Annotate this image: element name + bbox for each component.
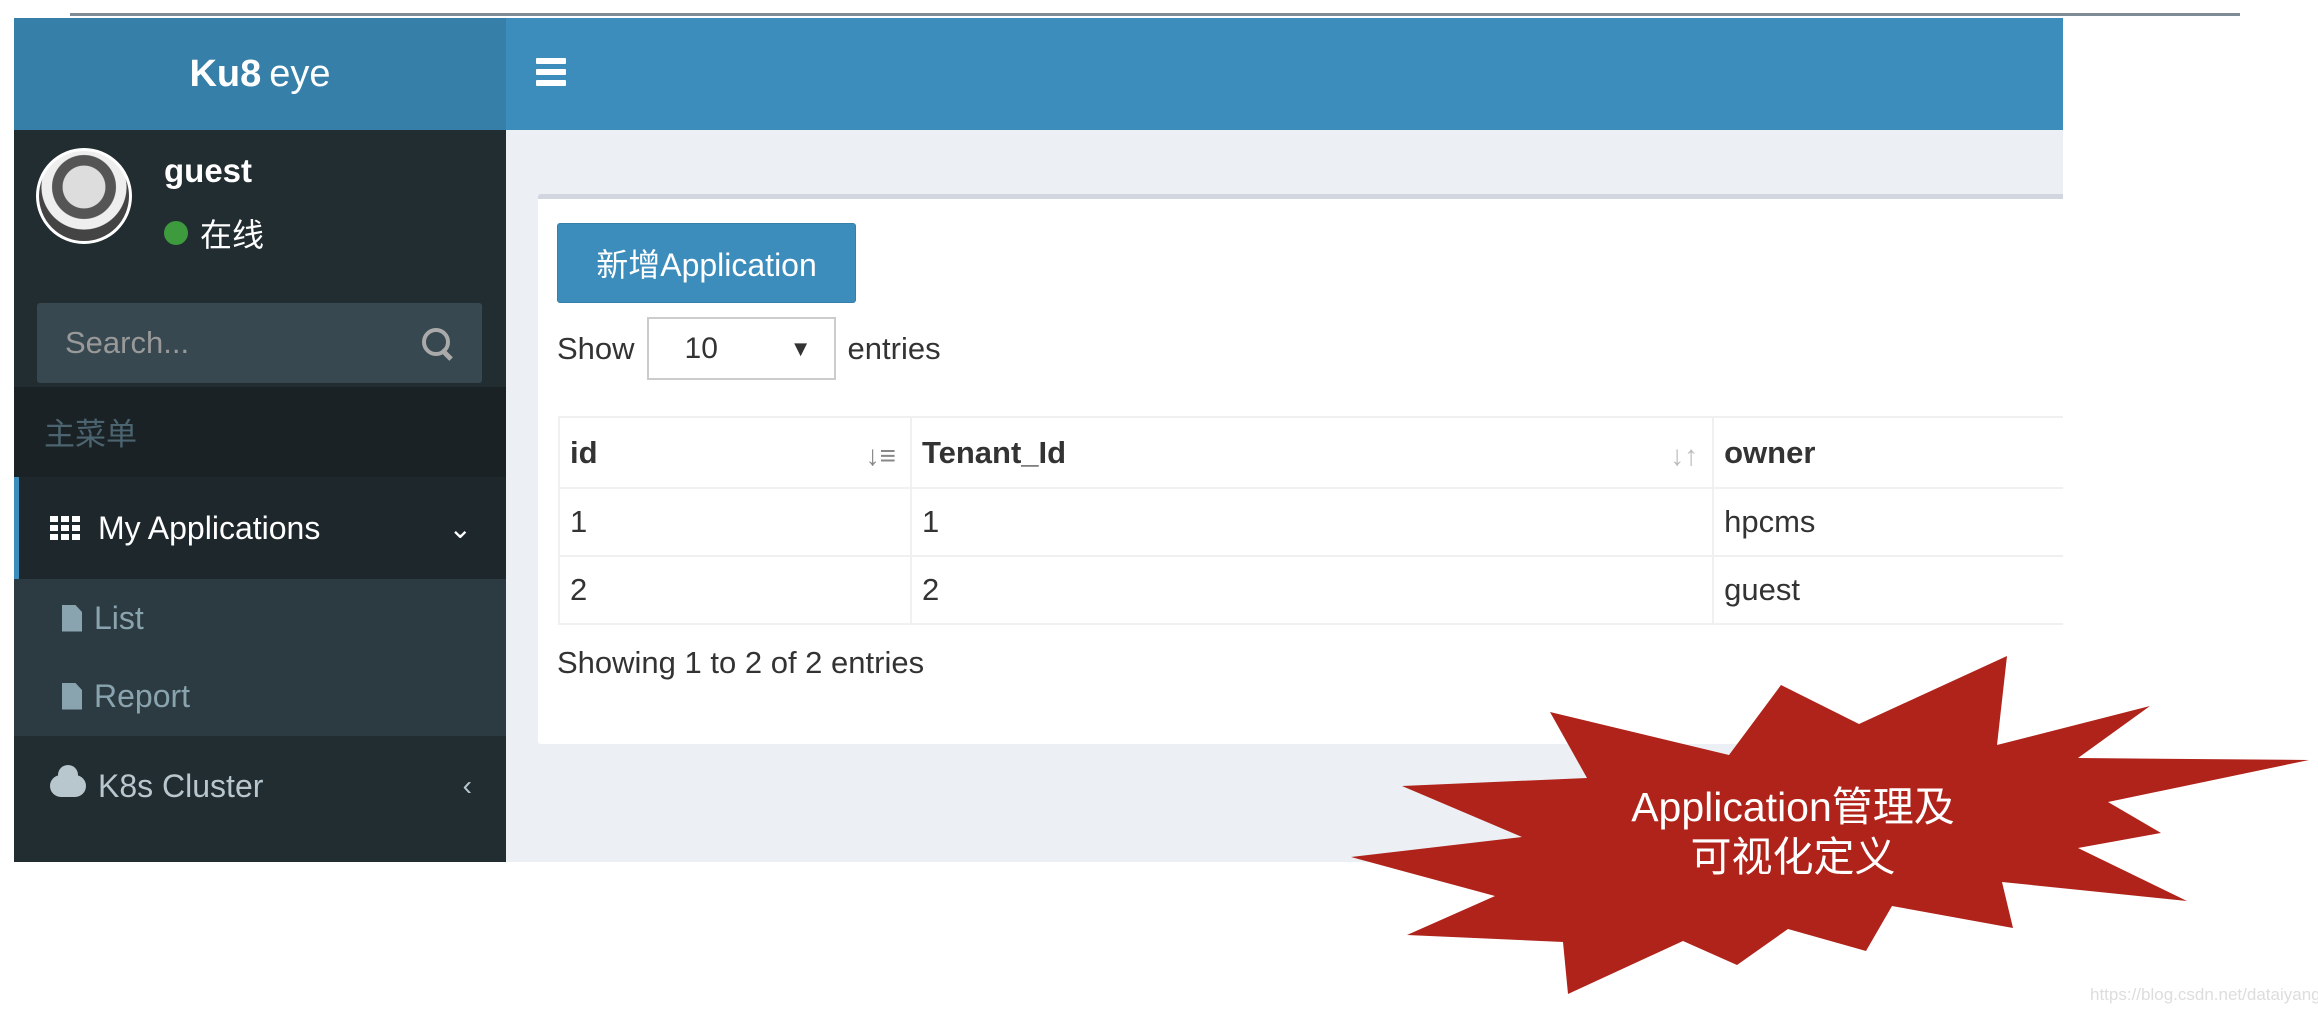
watermark: https://blog.csdn.net/dataiyangu <box>2090 985 2318 1004</box>
callout-text: Application管理及 可视化定义 <box>1593 782 1993 882</box>
callout-line-1: Application管理及 <box>1631 784 1955 830</box>
callout-line-2: 可视化定义 <box>1690 834 1896 880</box>
